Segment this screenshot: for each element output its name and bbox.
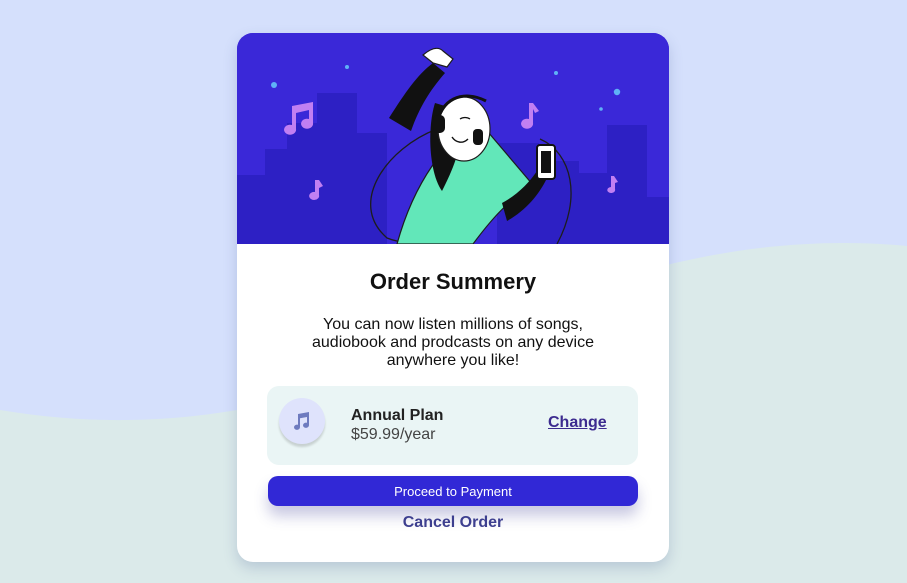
order-summary-card: Order Summery You can now listen million…: [237, 33, 669, 562]
proceed-to-payment-button[interactable]: Proceed to Payment: [268, 476, 638, 506]
change-plan-link[interactable]: Change: [548, 414, 607, 432]
plan-name: Annual Plan: [351, 407, 444, 424]
music-note-icon: [279, 398, 325, 444]
hero-illustration: [237, 33, 669, 244]
plan-summary: Annual Plan $59.99/year Change: [267, 386, 638, 465]
cancel-order-link[interactable]: Cancel Order: [237, 514, 669, 532]
order-description: You can now listen millions of songs, au…: [312, 316, 594, 369]
plan-price: $59.99/year: [351, 426, 436, 443]
page-title: Order Summery: [369, 269, 537, 294]
